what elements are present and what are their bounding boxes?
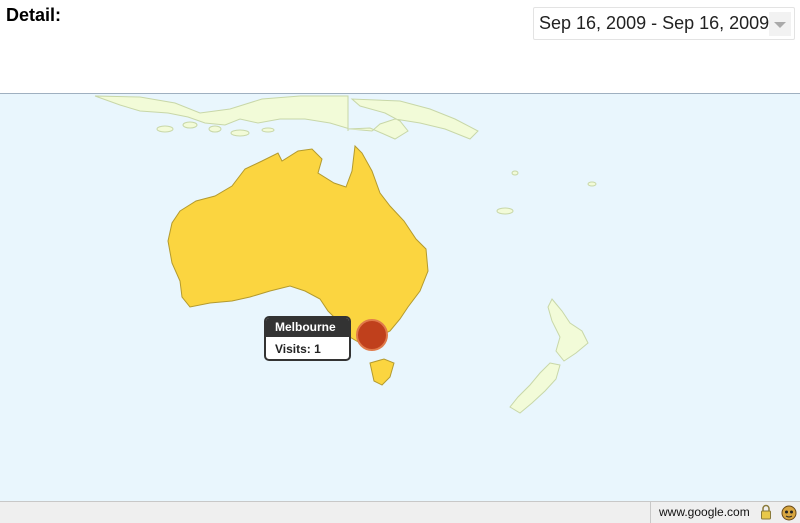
addon-icon[interactable] — [780, 503, 798, 521]
detail-label: Detail: — [6, 5, 62, 25]
tasmania-land — [369, 358, 395, 386]
lock-icon[interactable] — [760, 504, 772, 520]
island — [156, 125, 174, 133]
island — [496, 207, 514, 215]
map-panel[interactable] — [0, 93, 800, 501]
island — [230, 129, 250, 137]
tooltip-city: Melbourne — [266, 318, 349, 337]
new-zealand-south-island — [509, 362, 561, 414]
island — [182, 121, 198, 129]
chevron-down-icon[interactable] — [769, 12, 791, 36]
date-range-text: Sep 16, 2009 - Sep 16, 2009 — [539, 13, 770, 33]
new-zealand-north-island — [547, 298, 589, 362]
island — [261, 127, 275, 133]
island — [208, 125, 222, 133]
island — [587, 181, 597, 187]
australia-land — [167, 144, 429, 344]
melbourne-marker[interactable] — [356, 319, 388, 351]
status-cell: www.google.com — [650, 502, 800, 523]
tooltip-visits: Visits: 1 — [275, 342, 321, 356]
status-host: www.google.com — [659, 505, 750, 519]
island — [511, 170, 519, 176]
date-range-picker[interactable]: Sep 16, 2009 - Sep 16, 2009 — [533, 7, 795, 40]
status-bar: www.google.com — [0, 501, 800, 523]
map-svg — [94, 95, 597, 414]
map-tooltip: Melbourne Visits: 1 — [264, 316, 351, 361]
new-guinea-land — [94, 95, 479, 140]
